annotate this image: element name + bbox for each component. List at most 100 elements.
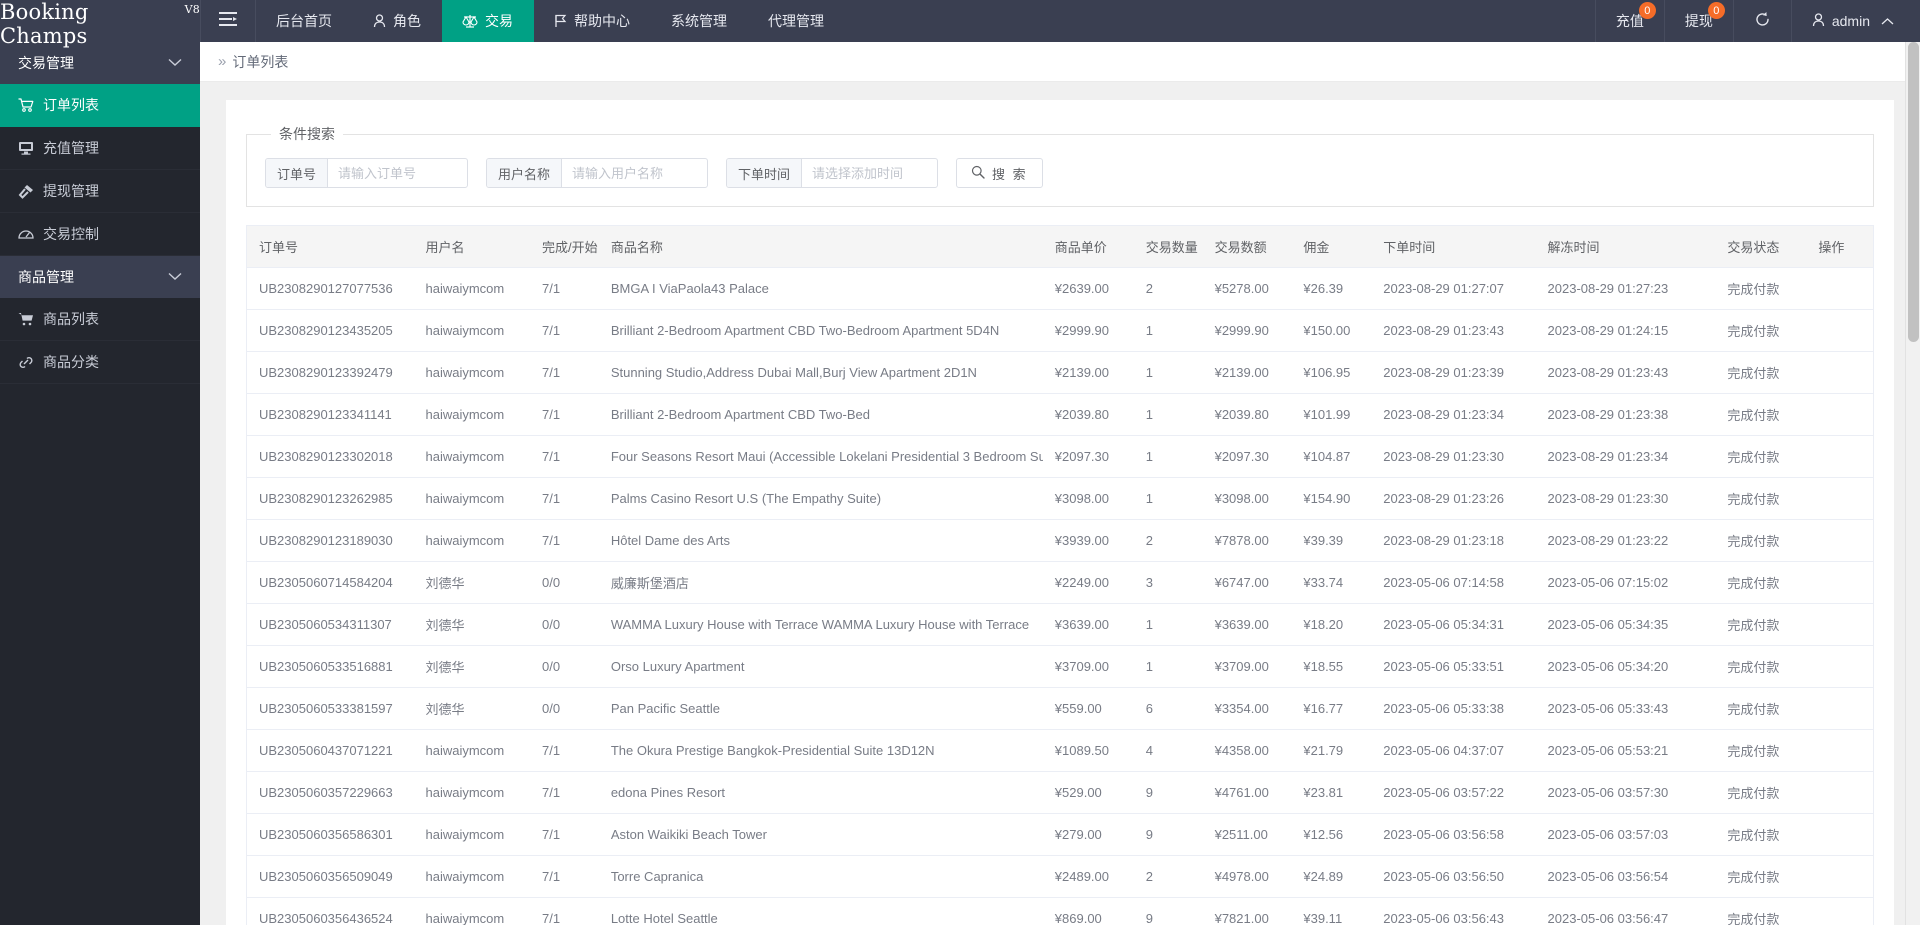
cell-commission: ¥16.77 (1291, 687, 1372, 730)
nav-item-agent[interactable]: 代理管理 (748, 0, 845, 42)
user-name-input[interactable] (562, 159, 708, 187)
refresh-button[interactable] (1732, 0, 1791, 42)
cell-unit-price: ¥2139.00 (1042, 351, 1134, 394)
nav-item-home[interactable]: 后台首页 (256, 0, 353, 42)
column-header-status[interactable]: 交易状态 (1715, 226, 1807, 268)
user-menu-button[interactable]: admin (1790, 0, 1920, 42)
withdraw-button[interactable]: 提现 0 (1663, 0, 1733, 42)
cell-quantity: 2 (1133, 267, 1203, 310)
cell-product: edona Pines Resort (598, 771, 1043, 814)
sidebar-item-order-list[interactable]: 订单列表 (0, 84, 200, 127)
sidebar: 交易管理 订单列表 充值管理 提现管理 交易控制 商品管理 商品列表 商品分类 (0, 42, 200, 925)
column-header-order-time[interactable]: 下单时间 (1371, 226, 1536, 268)
nav-home-label: 后台首页 (276, 13, 332, 29)
user-icon (1812, 12, 1825, 30)
table-row[interactable]: UB2305060534311307 刘德华 0/0 WAMMA Luxury Hou… (247, 603, 1873, 646)
cell-done-start: 7/1 (530, 477, 599, 520)
column-header-unit-price[interactable]: 商品单价 (1042, 226, 1134, 268)
sidebar-item-trade-control[interactable]: 交易控制 (0, 213, 200, 256)
cell-order-no: UB2308290127077536 (247, 267, 414, 310)
table-row[interactable]: UB2305060533381597 刘德华 0/0 Pan Pacific Seat… (247, 687, 1873, 730)
nav-role-label: 角色 (393, 13, 421, 29)
flag-icon (554, 14, 567, 28)
cell-order-no: UB2308290123392479 (247, 351, 414, 394)
cell-product: Brilliant 2-Bedroom Apartment CBD Two-Be… (598, 309, 1043, 352)
cell-unfreeze-time: 2023-08-29 01:27:23 (1535, 267, 1716, 310)
cell-user: 刘德华 (413, 603, 531, 646)
sidebar-item-withdraw-mgmt[interactable]: 提现管理 (0, 170, 200, 213)
cell-commission: ¥12.56 (1291, 813, 1372, 856)
sidebar-group-product[interactable]: 商品管理 (0, 256, 200, 298)
sidebar-item-product-category[interactable]: 商品分类 (0, 341, 200, 384)
table-row[interactable]: UB2305060356586301 haiwaiymcom 7/1 Aston Wa… (247, 813, 1873, 856)
cell-product: Four Seasons Resort Maui (Accessible Lok… (598, 435, 1043, 478)
sidebar-item-product-list[interactable]: 商品列表 (0, 298, 200, 341)
user-name-label: 用户名称 (487, 159, 563, 187)
cell-unit-price: ¥3939.00 (1042, 519, 1134, 562)
nav-item-trade[interactable]: 交易 (442, 0, 534, 42)
order-no-input[interactable] (328, 159, 468, 187)
cell-status: 完成付款 (1715, 309, 1807, 352)
column-header-done-start[interactable]: 完成/开始 (530, 226, 599, 268)
cell-unit-price: ¥3639.00 (1042, 603, 1134, 646)
hamburger-icon (219, 11, 237, 31)
sidebar-group-trade[interactable]: 交易管理 (0, 42, 200, 84)
table-row[interactable]: UB2305060533516881 刘德华 0/0 Orso Luxury Apar… (247, 645, 1873, 688)
cell-status: 完成付款 (1715, 687, 1807, 730)
link-icon (18, 355, 34, 370)
table-row[interactable]: UB2305060714584204 刘德华 0/0 威廉斯堡酒店 ¥2249.00 3 ¥… (247, 561, 1873, 604)
cell-order-no: UB2305060533381597 (247, 687, 414, 730)
orders-table-wrapper: 订单号 用户名 完成/开始 商品名称 商品单价 交易数量 交易数额 佣金 下单时… (246, 225, 1874, 925)
page-scrollbar[interactable] (1905, 42, 1920, 925)
main-area: » 订单列表 条件搜索 订单号 用户名称 (200, 42, 1920, 925)
cell-user: haiwaiymcom (413, 855, 531, 898)
column-header-amount[interactable]: 交易数额 (1202, 226, 1292, 268)
table-row[interactable]: UB2308290123392479 haiwaiymcom 7/1 Stunning… (247, 351, 1873, 394)
nav-item-help-center[interactable]: 帮助中心 (534, 0, 651, 42)
table-row[interactable]: UB2308290123189030 haiwaiymcom 7/1 Hôtel Da… (247, 519, 1873, 562)
column-header-order-no[interactable]: 订单号 (247, 226, 414, 268)
table-row[interactable]: UB2305060356436524 haiwaiymcom 7/1 Lotte Ho… (247, 897, 1873, 925)
brand-logo[interactable]: Booking Champs V8 (0, 0, 200, 48)
cell-done-start: 7/1 (530, 771, 599, 814)
cell-unit-price: ¥869.00 (1042, 897, 1134, 925)
column-header-unfreeze[interactable]: 解冻时间 (1535, 226, 1716, 268)
nav-item-role[interactable]: 角色 (353, 0, 442, 42)
column-header-product[interactable]: 商品名称 (598, 226, 1043, 268)
column-header-user[interactable]: 用户名 (413, 226, 531, 268)
cell-done-start: 0/0 (530, 561, 599, 604)
cell-order-no: UB2305060714584204 (247, 561, 414, 604)
table-row[interactable]: UB2308290123302018 haiwaiymcom 7/1 Four Sea… (247, 435, 1873, 478)
cell-quantity: 2 (1133, 519, 1203, 562)
cell-amount: ¥2097.30 (1202, 435, 1292, 478)
table-row[interactable]: UB2305060356509049 haiwaiymcom 7/1 Torre Ca… (247, 855, 1873, 898)
column-header-action[interactable]: 操作 (1806, 226, 1873, 268)
column-header-commission[interactable]: 佣金 (1291, 226, 1372, 268)
column-header-quantity[interactable]: 交易数量 (1133, 226, 1203, 268)
table-row[interactable]: UB2305060437071221 haiwaiymcom 7/1 The Okur… (247, 729, 1873, 772)
brand-version: V8 (184, 3, 200, 16)
page-scrollbar-thumb[interactable] (1908, 42, 1919, 342)
search-button[interactable]: 搜 索 (956, 158, 1043, 188)
nav-agent-label: 代理管理 (768, 13, 824, 29)
cell-unfreeze-time: 2023-05-06 05:34:20 (1535, 645, 1716, 688)
table-row[interactable]: UB2308290123262985 haiwaiymcom 7/1 Palms Ca… (247, 477, 1873, 520)
sidebar-toggle-button[interactable] (200, 0, 256, 42)
cell-order-time: 2023-05-06 03:56:43 (1371, 897, 1536, 925)
table-row[interactable]: UB2308290123341141 haiwaiymcom 7/1 Brillian… (247, 393, 1873, 436)
nav-item-system[interactable]: 系统管理 (651, 0, 748, 42)
cell-status: 完成付款 (1715, 393, 1807, 436)
cell-unfreeze-time: 2023-08-29 01:23:22 (1535, 519, 1716, 562)
table-row[interactable]: UB2308290123435205 haiwaiymcom 7/1 Brillian… (247, 309, 1873, 352)
cell-commission: ¥23.81 (1291, 771, 1372, 814)
table-row[interactable]: UB2305060357229663 haiwaiymcom 7/1 edona Pi… (247, 771, 1873, 814)
top-header: Booking Champs V8 后台首页 角色 交易 帮助中心 系统管理 代… (0, 0, 1920, 48)
cell-amount: ¥2511.00 (1202, 813, 1292, 856)
cell-product: WAMMA Luxury House with Terrace WAMMA Lu… (598, 603, 1043, 646)
sidebar-item-recharge-mgmt[interactable]: 充值管理 (0, 127, 200, 170)
cell-user: 刘德华 (413, 687, 531, 730)
order-time-input[interactable] (802, 159, 938, 187)
table-row[interactable]: UB2308290127077536 haiwaiymcom 7/1 BMGA I V… (247, 267, 1873, 310)
cell-user: haiwaiymcom (413, 897, 531, 925)
recharge-button[interactable]: 充值 0 (1594, 0, 1664, 42)
